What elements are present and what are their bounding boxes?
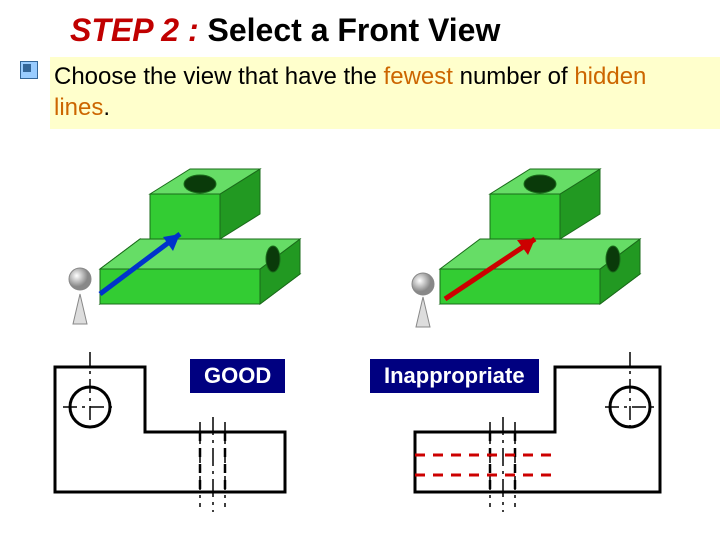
subtitle-text: Choose the view that have the fewest num… [50, 57, 720, 129]
title-rest: Select a Front View [199, 12, 501, 48]
ortho-good [35, 347, 295, 527]
page-title: STEP 2 : Select a Front View [0, 0, 720, 49]
ortho-bad [395, 347, 685, 527]
step-label: STEP 2 : [70, 12, 199, 48]
iso-block-good [45, 139, 325, 329]
subtitle-row: Choose the view that have the fewest num… [20, 57, 720, 129]
bullet-icon [20, 61, 38, 79]
iso-block-bad [385, 139, 665, 329]
figures-area: GOOD Inappropriate [0, 129, 720, 559]
